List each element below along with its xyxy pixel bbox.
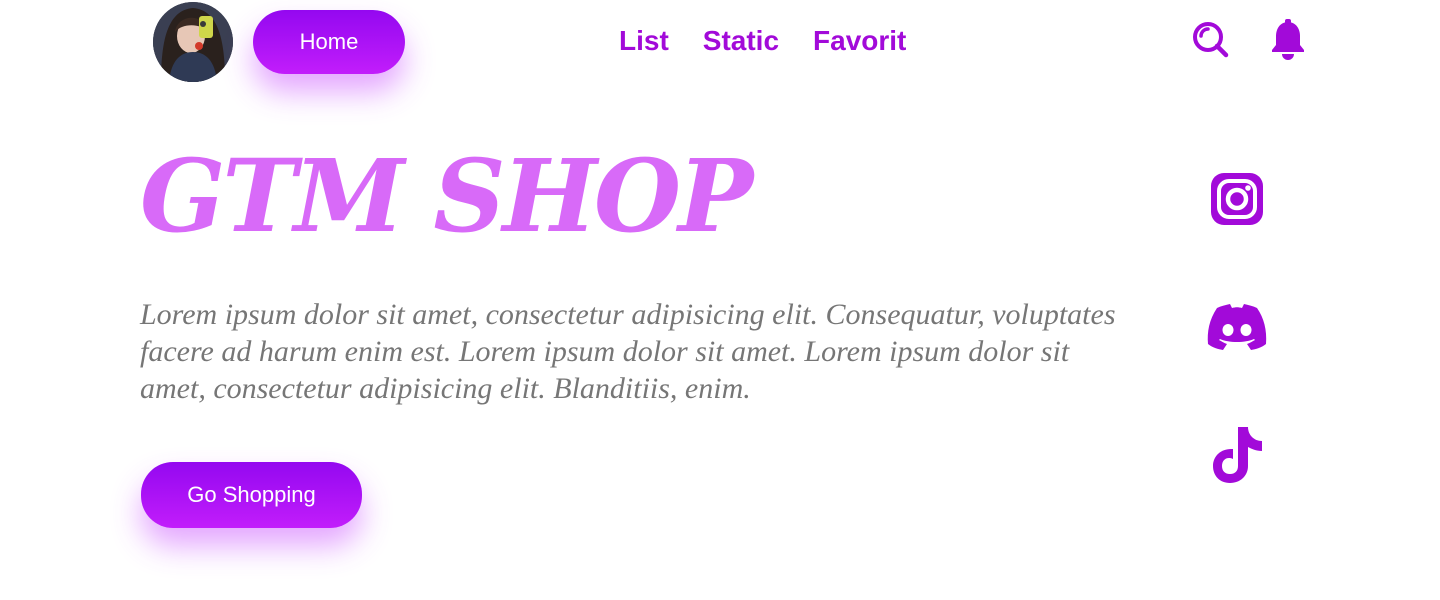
hero-title: GTM SHOP [140,137,753,255]
nav-item-static[interactable]: Static [703,22,779,60]
discord-link[interactable] [1204,294,1270,360]
tiktok-link[interactable] [1204,422,1270,488]
search-icon[interactable] [1190,20,1230,60]
instagram-link[interactable] [1204,166,1270,232]
nav-item-favorit[interactable]: Favorit [813,22,906,60]
nav-item-list[interactable]: List [619,22,669,60]
tiktok-icon [1213,427,1262,483]
page: Home List Static Favorit GTM SHOP Lorem … [0,0,1440,600]
instagram-icon [1211,173,1263,225]
avatar-photo [153,2,233,82]
main-nav: List Static Favorit [619,22,906,60]
discord-icon [1207,304,1267,350]
go-shopping-button[interactable]: Go Shopping [141,462,362,528]
bell-icon[interactable] [1269,19,1307,61]
user-avatar[interactable] [153,2,233,82]
home-button[interactable]: Home [253,10,405,74]
hero-description: Lorem ipsum dolor sit amet, consectetur … [140,298,1116,405]
